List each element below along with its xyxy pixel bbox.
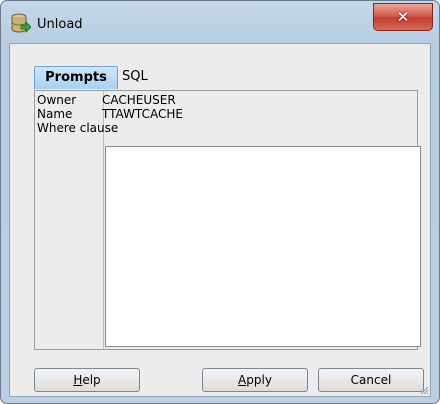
name-label: Name — [37, 107, 73, 121]
tab-sql[interactable]: SQL — [122, 66, 162, 88]
window-title: Unload — [37, 17, 83, 32]
owner-row: Owner CACHEUSER — [37, 93, 176, 107]
close-button[interactable]: ✕ — [373, 3, 433, 31]
database-export-icon — [11, 13, 31, 33]
apply-button[interactable]: Apply — [202, 368, 308, 392]
help-button[interactable]: Help — [34, 368, 140, 392]
where-clause-row: Where clause — [37, 121, 118, 135]
owner-value: CACHEUSER — [102, 93, 176, 107]
dialog-window: Unload ✕ Prompts SQL Owner CACHEUSER Name… — [0, 0, 440, 404]
close-icon: ✕ — [396, 8, 410, 26]
name-row: Name TTAWTCACHE — [37, 107, 183, 121]
resize-grip-icon[interactable] — [419, 385, 429, 395]
name-value: TTAWTCACHE — [102, 107, 183, 121]
where-clause-input[interactable] — [105, 146, 421, 347]
help-mnemonic: H — [73, 373, 83, 387]
owner-label: Owner — [37, 93, 77, 107]
title-bar[interactable]: Unload ✕ — [1, 1, 439, 43]
prompts-panel: Owner CACHEUSER Name TTAWTCACHE Where clau… — [34, 90, 421, 350]
where-clause-label: Where clause — [37, 121, 119, 135]
tab-prompts[interactable]: Prompts — [34, 66, 118, 89]
cancel-button[interactable]: Cancel — [318, 368, 424, 392]
dialog-content: Prompts SQL Owner CACHEUSER Name TTAWTCACH… — [9, 43, 431, 397]
help-label: elp — [82, 373, 101, 387]
apply-label: pply — [246, 373, 272, 387]
